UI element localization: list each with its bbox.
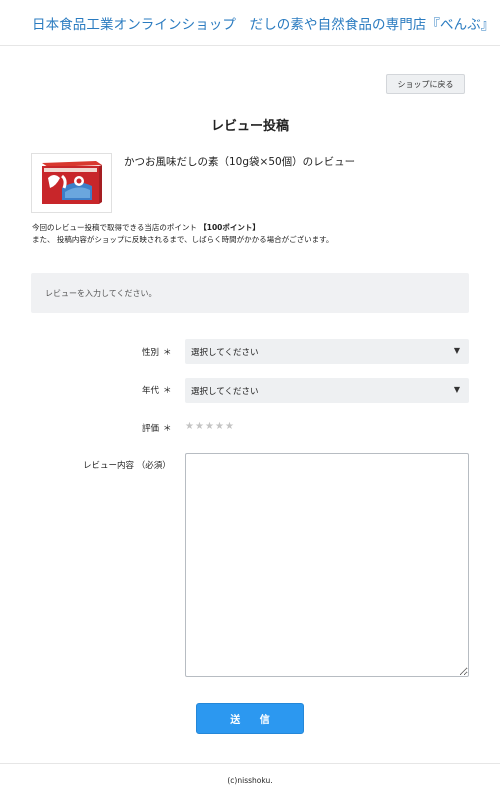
product-image — [31, 153, 112, 213]
review-textarea[interactable] — [185, 453, 469, 677]
star-icon[interactable]: ★ — [195, 422, 205, 432]
star-icon[interactable]: ★ — [205, 422, 215, 432]
age-required-mark: ＊ — [163, 386, 172, 396]
copyright: (c)nisshoku. — [227, 776, 273, 785]
submit-button[interactable]: 送 信 — [196, 703, 304, 734]
posting-note: また、 投稿内容がショップに反映されるまで、しばらく時間がかかる場合がございます… — [32, 235, 334, 244]
gender-label: 性別＊ — [142, 346, 172, 358]
point-value: 【100ポイント】 — [199, 223, 260, 232]
gender-required-mark: ＊ — [163, 348, 172, 358]
point-info: 今回のレビュー投稿で取得できる当店のポイント 【100ポイント】 また、 投稿内… — [32, 222, 333, 246]
review-prompt-text: レビューを入力してください。 — [45, 289, 157, 298]
rating-label-text: 評価 — [142, 424, 160, 434]
product-package-image — [32, 154, 111, 212]
chevron-down-icon: ▼ — [453, 385, 460, 394]
site-title-link[interactable]: 日本食品工業オンラインショップ だしの素や自然食品の専門店『べんぶ』 — [32, 13, 494, 33]
footer-divider — [0, 763, 500, 764]
chevron-down-icon: ▼ — [453, 346, 460, 355]
star-icon[interactable]: ★ — [185, 422, 195, 432]
gender-select[interactable]: 選択してください ▼ — [185, 339, 469, 364]
review-content-label: レビュー内容 （必須） — [83, 461, 171, 471]
rating-label: 評価＊ — [142, 422, 172, 434]
rating-required-mark: ＊ — [163, 424, 172, 434]
star-icon[interactable]: ★ — [225, 422, 235, 432]
age-select[interactable]: 選択してください ▼ — [185, 378, 469, 403]
page-title: レビュー投稿 — [210, 119, 289, 134]
age-select-value: 選択してください — [191, 387, 259, 397]
review-prompt-banner: レビューを入力してください。 — [31, 273, 469, 313]
back-to-shop-button[interactable]: ショップに戻る — [386, 74, 465, 94]
site-header: 日本食品工業オンラインショップ だしの素や自然食品の専門店『べんぶ』 — [0, 0, 500, 46]
product-name: かつお風味だしの素（10g袋×50個）のレビュー — [124, 156, 356, 168]
point-info-text: 今回のレビュー投稿で取得できる当店のポイント — [32, 223, 197, 232]
rating-stars: ★ ★ ★ ★ ★ — [185, 422, 235, 432]
age-label: 年代＊ — [142, 384, 172, 396]
age-label-text: 年代 — [142, 386, 160, 396]
gender-label-text: 性別 — [142, 348, 160, 358]
gender-select-value: 選択してください — [191, 348, 259, 358]
star-icon[interactable]: ★ — [215, 422, 225, 432]
